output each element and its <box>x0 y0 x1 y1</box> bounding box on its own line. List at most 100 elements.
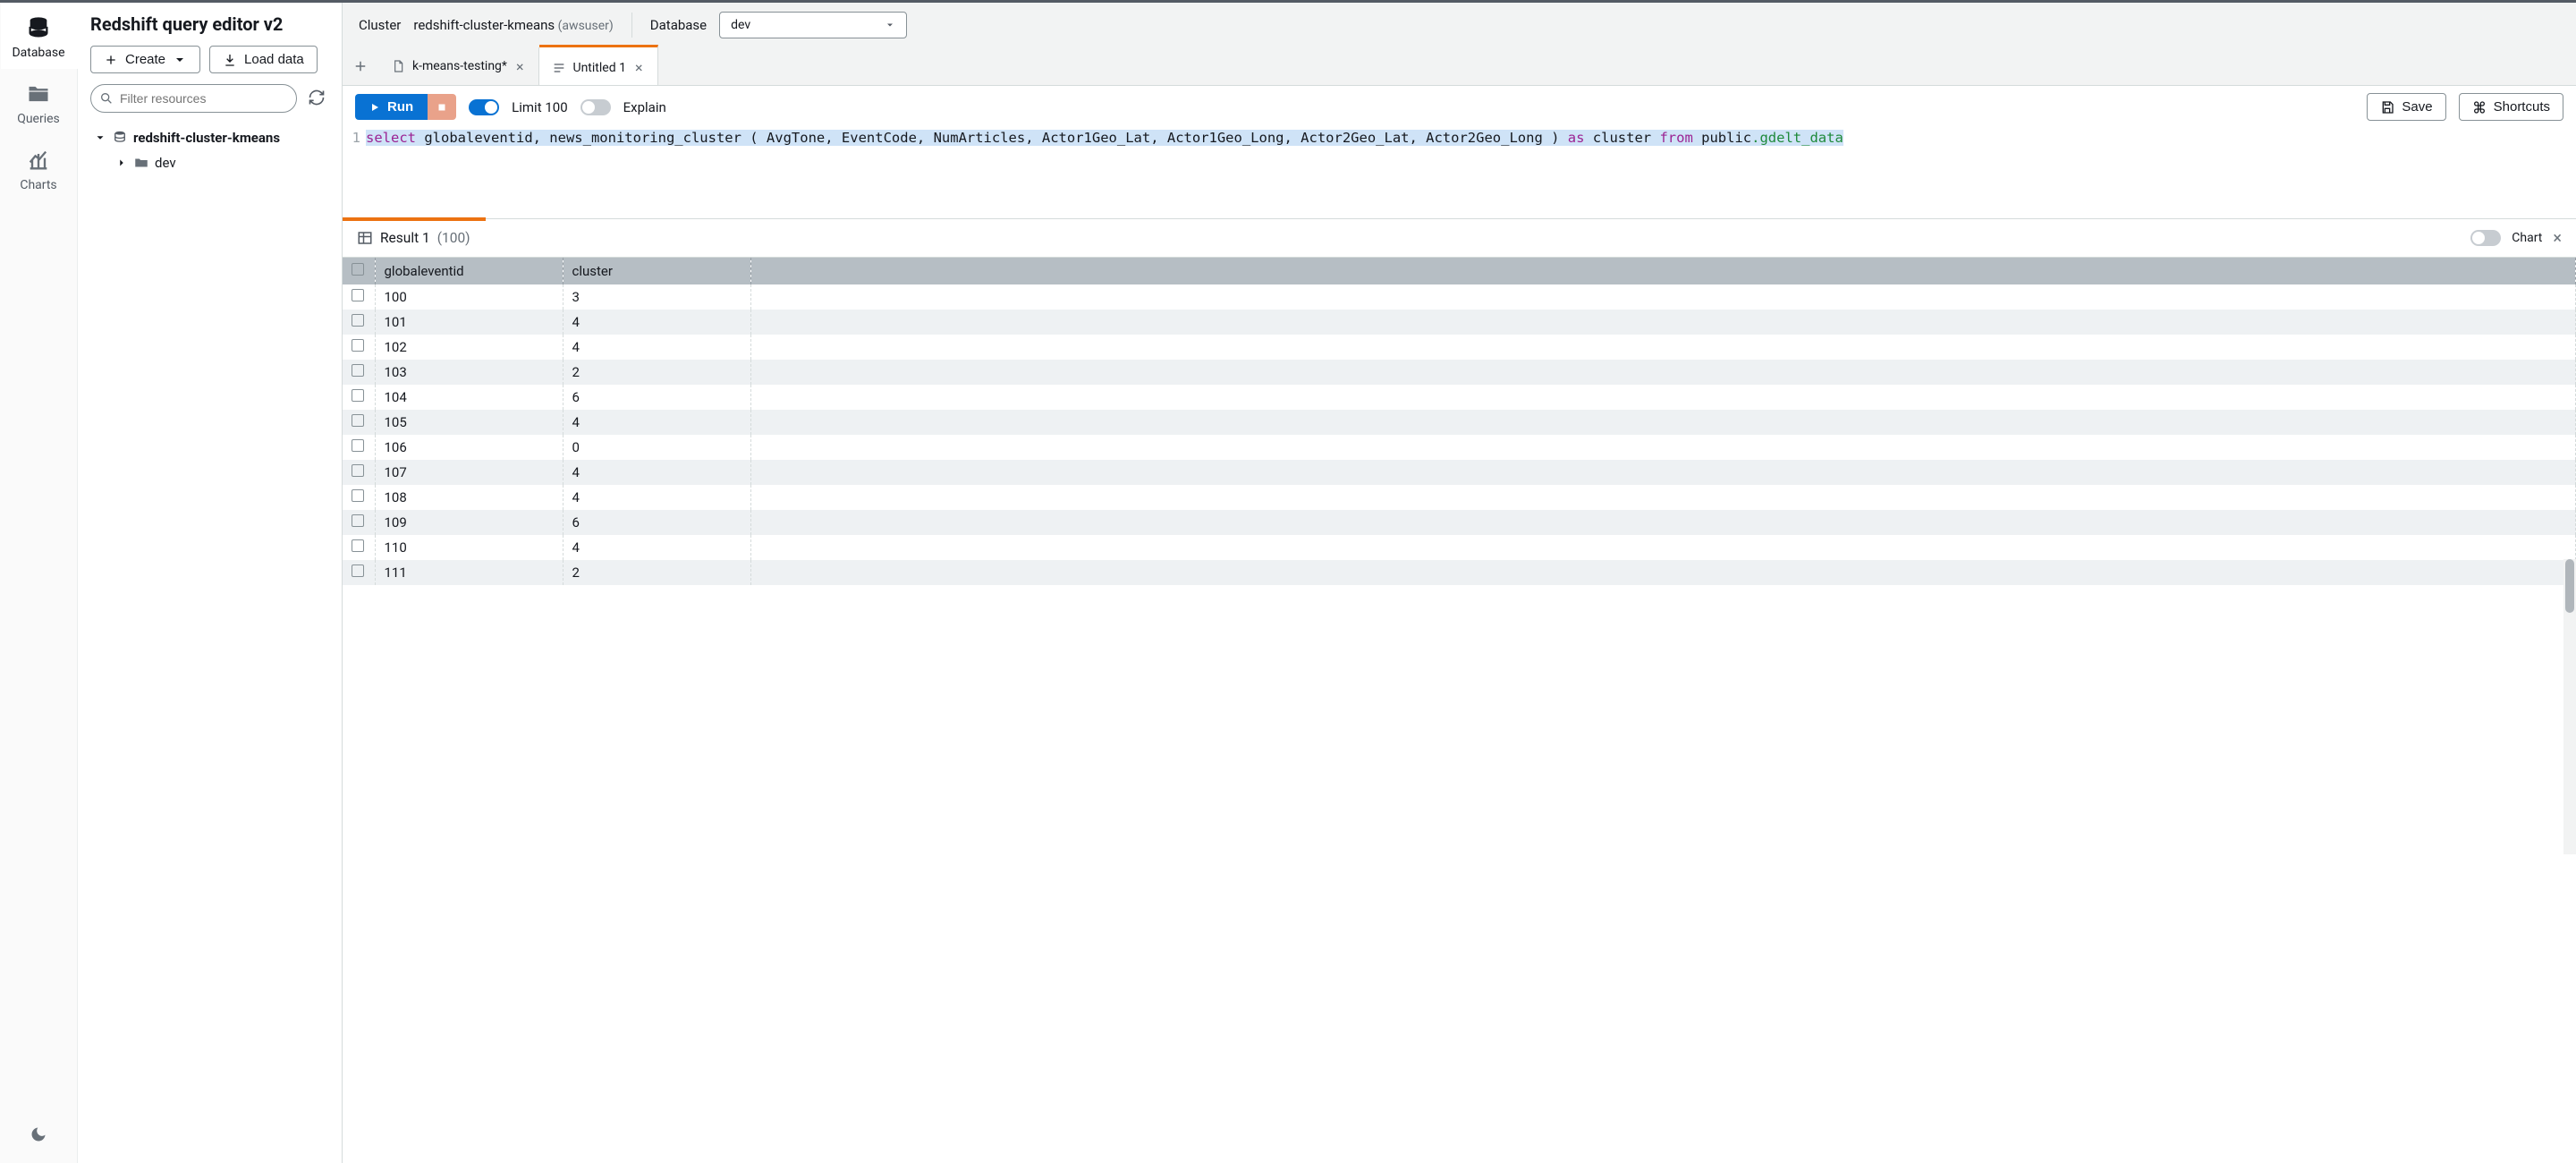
chart-icon <box>26 148 51 173</box>
results-close[interactable]: × <box>2553 229 2562 248</box>
theme-toggle[interactable] <box>13 1109 64 1163</box>
main: Cluster redshift-cluster-kmeans (awsuser… <box>343 3 2576 1163</box>
table-row[interactable]: 1084 <box>343 485 2576 510</box>
shortcuts-button[interactable]: Shortcuts <box>2459 93 2563 121</box>
filter-input-wrap <box>90 84 297 113</box>
cell-globaleventid: 110 <box>375 535 563 560</box>
explain-label: Explain <box>623 99 666 115</box>
refresh-icon <box>308 89 326 106</box>
table-row[interactable]: 1014 <box>343 310 2576 335</box>
filter-resources-input[interactable] <box>90 84 297 113</box>
code-text[interactable]: select globaleventid, news_monitoring_cl… <box>366 128 2576 218</box>
cell-globaleventid: 106 <box>375 435 563 460</box>
results-panel: Result 1 (100) Chart × globaleventid <box>343 218 2576 1163</box>
cell-cluster: 2 <box>563 560 750 585</box>
scrollbar[interactable] <box>2563 559 2576 854</box>
row-checkbox[interactable] <box>352 389 364 402</box>
row-checkbox[interactable] <box>352 489 364 502</box>
cell-cluster: 4 <box>563 335 750 360</box>
caret-down-icon <box>885 20 895 30</box>
result-tab[interactable]: Result 1 (100) <box>343 219 485 257</box>
row-checkbox[interactable] <box>352 539 364 552</box>
search-icon <box>99 91 114 106</box>
table-icon <box>357 230 373 246</box>
cell-cluster: 3 <box>563 284 750 310</box>
cell-cluster: 6 <box>563 510 750 535</box>
table-row[interactable]: 1060 <box>343 435 2576 460</box>
stop-icon <box>436 102 447 113</box>
table-row[interactable]: 1112 <box>343 560 2576 585</box>
rail-queries[interactable]: Queries <box>0 69 77 135</box>
cell-globaleventid: 105 <box>375 410 563 435</box>
plus-icon <box>104 53 118 67</box>
load-data-label: Load data <box>244 52 304 67</box>
editor-toolbar: Run Limit 100 Explain Save Shortc <box>343 86 2576 128</box>
moon-icon <box>30 1125 47 1143</box>
column-header[interactable]: cluster <box>563 258 750 284</box>
tab-close[interactable]: × <box>514 58 526 75</box>
shortcuts-label: Shortcuts <box>2494 99 2550 115</box>
cluster-value: redshift-cluster-kmeans <box>413 17 555 33</box>
table-row[interactable]: 1024 <box>343 335 2576 360</box>
cell-cluster: 4 <box>563 535 750 560</box>
cell-globaleventid: 103 <box>375 360 563 385</box>
table-row[interactable]: 1074 <box>343 460 2576 485</box>
run-button[interactable]: Run <box>355 94 428 120</box>
table-row[interactable]: 1054 <box>343 410 2576 435</box>
table-row[interactable]: 1046 <box>343 385 2576 410</box>
row-checkbox[interactable] <box>352 289 364 301</box>
save-button[interactable]: Save <box>2367 93 2445 121</box>
cell-cluster: 4 <box>563 460 750 485</box>
result-tab-label: Result 1 <box>380 230 430 246</box>
resource-tree: redshift-cluster-kmeans dev <box>90 125 329 175</box>
chevron-down-icon <box>94 132 106 144</box>
row-checkbox[interactable] <box>352 439 364 452</box>
row-checkbox[interactable] <box>352 514 364 527</box>
refresh-button[interactable] <box>304 85 329 113</box>
row-checkbox[interactable] <box>352 414 364 427</box>
database-value: dev <box>731 18 750 32</box>
cell-globaleventid: 100 <box>375 284 563 310</box>
cell-globaleventid: 111 <box>375 560 563 585</box>
checkbox-header[interactable] <box>343 258 375 284</box>
tree-cluster[interactable]: redshift-cluster-kmeans <box>90 125 329 150</box>
create-button[interactable]: Create <box>90 46 200 73</box>
table-row[interactable]: 1032 <box>343 360 2576 385</box>
folder-icon <box>133 155 149 171</box>
database-icon <box>112 130 128 146</box>
code-editor[interactable]: 1 select globaleventid, news_monitoring_… <box>343 128 2576 218</box>
table-row[interactable]: 1003 <box>343 284 2576 310</box>
tab-kmeans-testing[interactable]: k-means-testing* × <box>378 47 539 85</box>
results-grid[interactable]: globaleventid cluster 100310141024103210… <box>343 258 2576 1163</box>
database-icon <box>26 15 51 40</box>
folder-icon <box>26 81 51 106</box>
stop-button[interactable] <box>428 94 456 120</box>
rail-label: Queries <box>17 112 60 126</box>
tree-db-label: dev <box>155 155 176 171</box>
explain-toggle[interactable] <box>580 99 611 115</box>
database-select[interactable]: dev <box>719 12 907 38</box>
chart-toggle[interactable] <box>2470 230 2501 246</box>
cell-globaleventid: 107 <box>375 460 563 485</box>
column-header[interactable]: globaleventid <box>375 258 563 284</box>
chart-label: Chart <box>2512 231 2542 245</box>
row-checkbox[interactable] <box>352 464 364 477</box>
tab-untitled[interactable]: Untitled 1 × <box>539 45 658 85</box>
limit-toggle[interactable] <box>469 99 499 115</box>
chevron-right-icon <box>115 157 128 169</box>
new-tab-button[interactable] <box>343 47 378 85</box>
row-checkbox[interactable] <box>352 314 364 327</box>
play-icon <box>369 102 380 113</box>
result-tab-count: (100) <box>437 230 470 246</box>
row-checkbox[interactable] <box>352 565 364 577</box>
rail-charts[interactable]: Charts <box>0 135 77 201</box>
table-row[interactable]: 1096 <box>343 510 2576 535</box>
rail-label: Charts <box>20 178 56 192</box>
row-checkbox[interactable] <box>352 364 364 377</box>
load-data-button[interactable]: Load data <box>209 46 318 73</box>
table-row[interactable]: 1104 <box>343 535 2576 560</box>
tab-close[interactable]: × <box>633 59 645 76</box>
row-checkbox[interactable] <box>352 339 364 352</box>
rail-database[interactable]: Database <box>1 3 78 69</box>
tree-db[interactable]: dev <box>112 150 329 175</box>
